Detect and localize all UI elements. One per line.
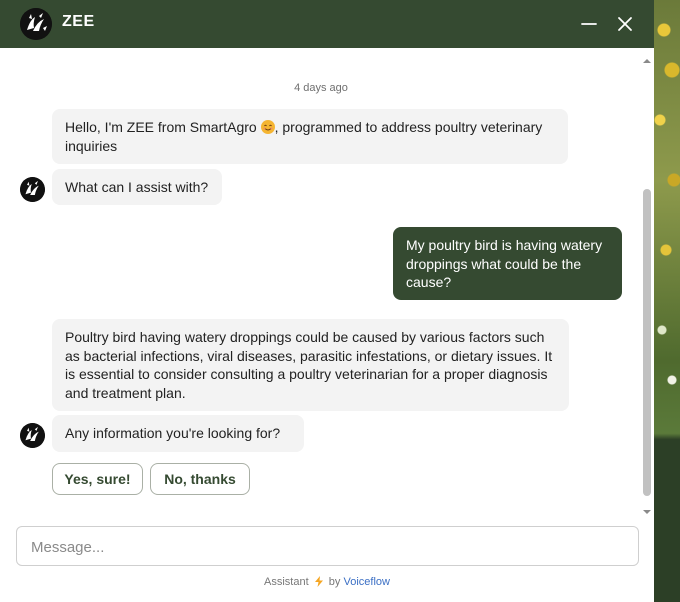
message-text: Hello, I'm ZEE from SmartAgro bbox=[65, 119, 257, 135]
close-icon bbox=[618, 17, 632, 31]
chat-header: ZEE bbox=[0, 0, 654, 48]
scrollbar-thumb[interactable] bbox=[643, 189, 651, 496]
powered-by-footer: Assistant by Voiceflow bbox=[0, 576, 654, 590]
scroll-down-arrow[interactable] bbox=[642, 503, 652, 514]
bot-message: Hello, I'm ZEE from SmartAgro , programm… bbox=[52, 109, 568, 164]
user-message: My poultry bird is having watery droppin… bbox=[393, 227, 622, 300]
footer-assistant-label: Assistant bbox=[264, 576, 309, 588]
minimize-icon bbox=[581, 23, 597, 25]
chat-widget: ZEE 4 days ago Hello, I'm ZEE from Smart… bbox=[0, 0, 654, 602]
bot-message: What can I assist with? bbox=[52, 169, 222, 205]
message-composer bbox=[16, 526, 639, 567]
background-photo bbox=[654, 0, 680, 602]
bot-message: Any information you're looking for? bbox=[52, 415, 304, 452]
bird-logo-icon bbox=[20, 423, 45, 448]
choice-no-button[interactable]: No, thanks bbox=[150, 463, 250, 495]
chat-title: ZEE bbox=[62, 13, 95, 30]
message-text: My poultry bird is having watery droppin… bbox=[406, 237, 603, 290]
message-text: Poultry bird having watery droppings cou… bbox=[65, 329, 553, 401]
minimize-button[interactable] bbox=[577, 12, 601, 36]
scroll-up-arrow[interactable] bbox=[642, 52, 652, 63]
bird-logo-icon bbox=[20, 8, 52, 40]
message-text: Any information you're looking for? bbox=[65, 425, 281, 441]
footer-by-label: by bbox=[328, 576, 341, 588]
message-text: What can I assist with? bbox=[65, 179, 209, 195]
choice-yes-button[interactable]: Yes, sure! bbox=[52, 463, 143, 495]
lightning-bolt-icon bbox=[314, 576, 323, 590]
bird-logo-icon bbox=[20, 177, 45, 202]
voiceflow-link[interactable]: Voiceflow bbox=[343, 576, 389, 588]
close-button[interactable] bbox=[613, 12, 637, 36]
bot-message: Poultry bird having watery droppings cou… bbox=[52, 319, 569, 411]
message-timestamp: 4 days ago bbox=[294, 82, 348, 94]
message-input[interactable] bbox=[29, 527, 628, 567]
smiling-face-emoji bbox=[260, 120, 275, 134]
